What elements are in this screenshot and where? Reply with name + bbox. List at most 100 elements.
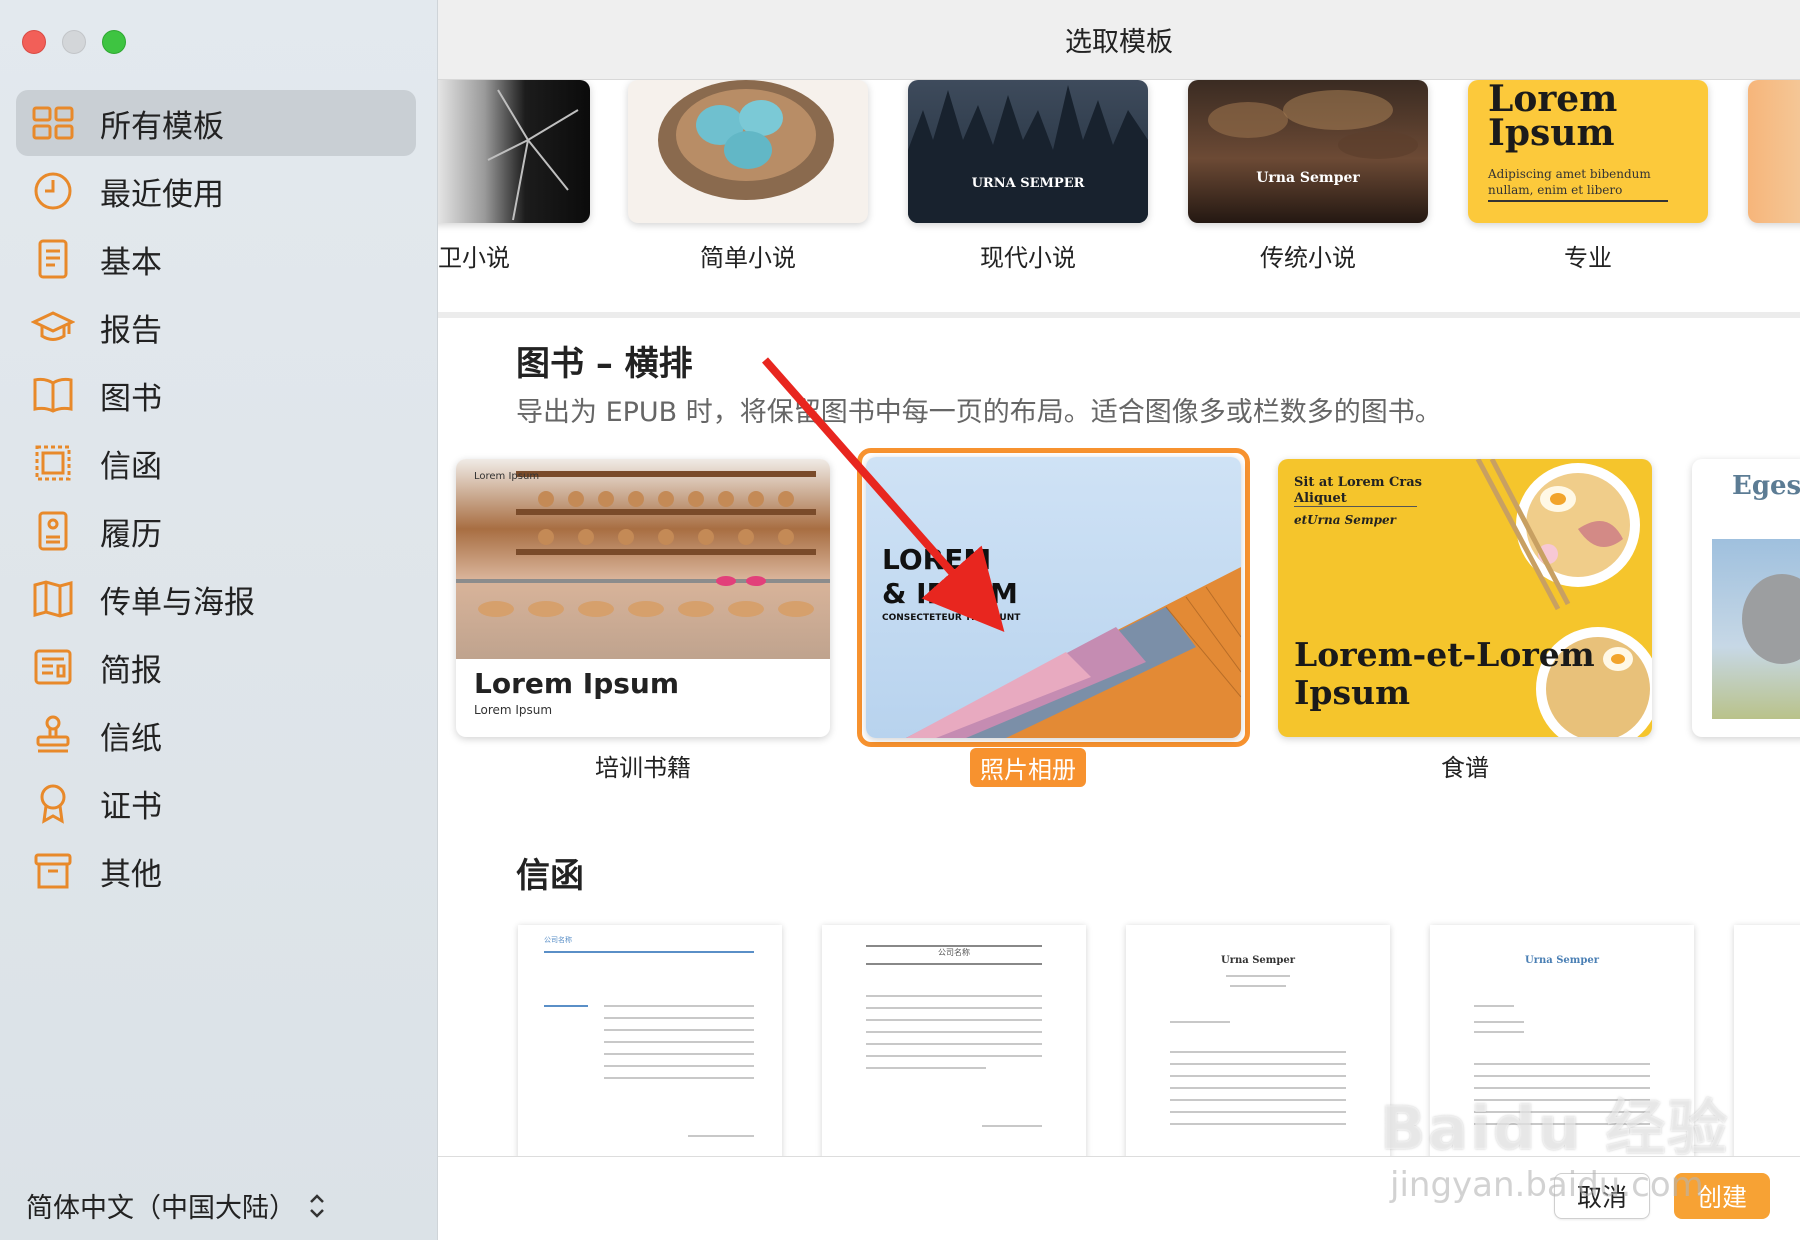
template-thumbnail-photo-album[interactable]: LOREM & IPSUM CONSECTETEUR TINCIDUNT — [866, 457, 1241, 738]
cover-title: URNA SEMPER — [971, 176, 1085, 191]
template-thumbnail-partial[interactable] — [1748, 80, 1800, 223]
selected-template-label: 照片相册 — [970, 748, 1086, 787]
body-line — [1474, 1111, 1650, 1113]
stamp-frame-icon — [28, 438, 78, 488]
header-rule — [866, 963, 1042, 965]
body-line — [1474, 1031, 1524, 1033]
body-line — [604, 1053, 754, 1055]
cancel-button[interactable]: 取消 — [1554, 1173, 1650, 1219]
body-line — [604, 1005, 754, 1007]
cover-title-line-2: & IPSUM — [882, 577, 1018, 610]
sidebar-item-basic[interactable]: 基本 — [16, 226, 416, 292]
template-label: 培训书籍 — [595, 754, 691, 782]
body-line — [1170, 1111, 1346, 1113]
template-thumbnail-letter-1[interactable]: 公司名称 — [518, 925, 782, 1165]
cover-top-line-1: Sit at Lorem Cras — [1294, 475, 1422, 490]
sidebar-item-label: 传单与海报 — [100, 584, 255, 621]
sidebar-item-label: 简报 — [100, 652, 162, 689]
body-line — [1170, 1021, 1230, 1023]
letter-header: Urna Semper — [1524, 955, 1599, 966]
body-line — [1474, 1075, 1650, 1077]
template-thumbnail-letter-3[interactable]: Urna Semper — [1126, 925, 1390, 1165]
sidebar-item-other[interactable]: 其他 — [16, 838, 416, 904]
cover-small-title: Lorem Ipsum — [474, 471, 540, 482]
clock-icon — [28, 166, 78, 216]
sidebar-item-recent[interactable]: 最近使用 — [16, 158, 416, 224]
template-label: 现代小说 — [980, 244, 1076, 272]
section-description: 导出为 EPUB 时，将保留图书中每一页的布局。适合图像多或栏数多的图书。 — [516, 397, 1442, 428]
template-thumbnail-thriller[interactable] — [438, 80, 590, 223]
sidebar-item-flyers[interactable]: 传单与海报 — [16, 566, 416, 632]
body-line — [1226, 975, 1290, 977]
template-thumbnail-partial-elephant[interactable]: Eges — [1692, 459, 1800, 737]
template-label: 卫小说 — [438, 244, 510, 272]
window-title: 选取模板 — [1065, 27, 1173, 58]
book-icon — [28, 370, 78, 420]
template-thumbnail-letter-2[interactable]: 公司名称 — [822, 925, 1086, 1165]
body-line — [544, 1005, 588, 1007]
template-thumbnail-recipes[interactable]: Sit at Lorem Cras Aliquet etUrna Semper … — [1278, 459, 1652, 737]
sidebar-item-books[interactable]: 图书 — [16, 362, 416, 428]
bird-nest-image — [658, 80, 834, 200]
sidebar-item-resume[interactable]: 履历 — [16, 498, 416, 564]
cover-top-line-2: Aliquet — [1294, 491, 1417, 507]
body-line — [866, 1043, 1042, 1045]
sidebar-item-stationery[interactable]: 信纸 — [16, 702, 416, 768]
template-thumbnail-letter-4[interactable]: Urna Semper — [1430, 925, 1694, 1165]
close-window-button[interactable] — [22, 30, 46, 54]
minimize-window-button[interactable] — [62, 30, 86, 54]
body-line — [1170, 1123, 1346, 1125]
body-line — [1170, 1051, 1346, 1053]
sidebar: 所有模板 最近使用 基本 报告 图书 信函 履历 传单与海报 简报 信纸 证书 … — [0, 0, 438, 1240]
section-title: 图书 – 横排 — [516, 344, 693, 384]
sidebar-item-label: 所有模板 — [100, 108, 224, 145]
body-line — [866, 1007, 1042, 1009]
sidebar-item-newsletter[interactable]: 简报 — [16, 634, 416, 700]
cover-title-line-1: Lorem-et-Lorem — [1294, 635, 1595, 674]
letter-header: Urna Semper — [1220, 955, 1295, 966]
language-label: 简体中文（中国大陆） — [26, 1193, 296, 1224]
sidebar-item-label: 图书 — [100, 380, 162, 417]
category-list: 所有模板 最近使用 基本 报告 图书 信函 履历 传单与海报 简报 信纸 证书 … — [16, 90, 416, 906]
template-thumbnail-professional[interactable]: Lorem Ipsum Adipiscing amet bibendum nul… — [1468, 80, 1708, 223]
template-thumbnail-modern-novel[interactable]: URNA SEMPER — [908, 80, 1148, 223]
sidebar-item-label: 信纸 — [100, 720, 162, 757]
leaves-image — [1208, 90, 1418, 159]
body-line — [1170, 1099, 1346, 1101]
sidebar-item-reports[interactable]: 报告 — [16, 294, 416, 360]
language-selector[interactable]: 简体中文（中国大陆） — [26, 1186, 326, 1225]
body-line — [1474, 1099, 1650, 1101]
template-thumbnail-simple-novel[interactable] — [628, 80, 868, 223]
create-button[interactable]: 创建 — [1674, 1173, 1770, 1219]
sidebar-item-all-templates[interactable]: 所有模板 — [16, 90, 416, 156]
sidebar-item-label: 证书 — [100, 788, 162, 825]
body-line — [1170, 1075, 1346, 1077]
template-thumbnail-training-book[interactable]: Lorem Ipsum Lorem Ipsum Lorem Ipsum — [456, 459, 830, 737]
template-label: 专业 — [1564, 244, 1612, 272]
cover-title: Lorem Ipsum — [1488, 80, 1618, 154]
action-bar: 取消 创建 — [438, 1156, 1800, 1240]
body-line — [866, 1031, 1042, 1033]
grid-icon — [28, 98, 78, 148]
body-line — [866, 1019, 1042, 1021]
body-line — [1474, 1021, 1524, 1023]
sidebar-item-certificates[interactable]: 证书 — [16, 770, 416, 836]
body-line — [1230, 985, 1286, 987]
sidebar-item-label: 信函 — [100, 448, 162, 485]
cover-subtitle: Lorem Ipsum — [474, 703, 553, 717]
novel-templates-row: 卫小说 简单小说 URNA SEMPER 现代小说 Urna Semper 传统… — [438, 80, 1800, 312]
body-line — [1474, 1087, 1650, 1089]
header-rule — [544, 951, 754, 953]
zoom-window-button[interactable] — [102, 30, 126, 54]
cover-title-line-2: Ipsum — [1294, 673, 1410, 712]
letter-header: 公司名称 — [544, 936, 572, 944]
letter-templates-row: 公司名称 公司名称 Urna Semper Urna Semper — [438, 905, 1800, 1165]
cover-title: Eges — [1732, 471, 1800, 501]
sidebar-item-label: 履历 — [100, 516, 162, 553]
resume-icon — [28, 506, 78, 556]
template-thumbnail-letter-partial[interactable] — [1734, 925, 1800, 1165]
sidebar-item-letters[interactable]: 信函 — [16, 430, 416, 496]
template-label: 食谱 — [1441, 754, 1489, 782]
template-thumbnail-traditional-novel[interactable]: Urna Semper — [1188, 80, 1428, 223]
cover-subtitle: CONSECTETEUR TINCIDUNT — [882, 613, 1021, 623]
